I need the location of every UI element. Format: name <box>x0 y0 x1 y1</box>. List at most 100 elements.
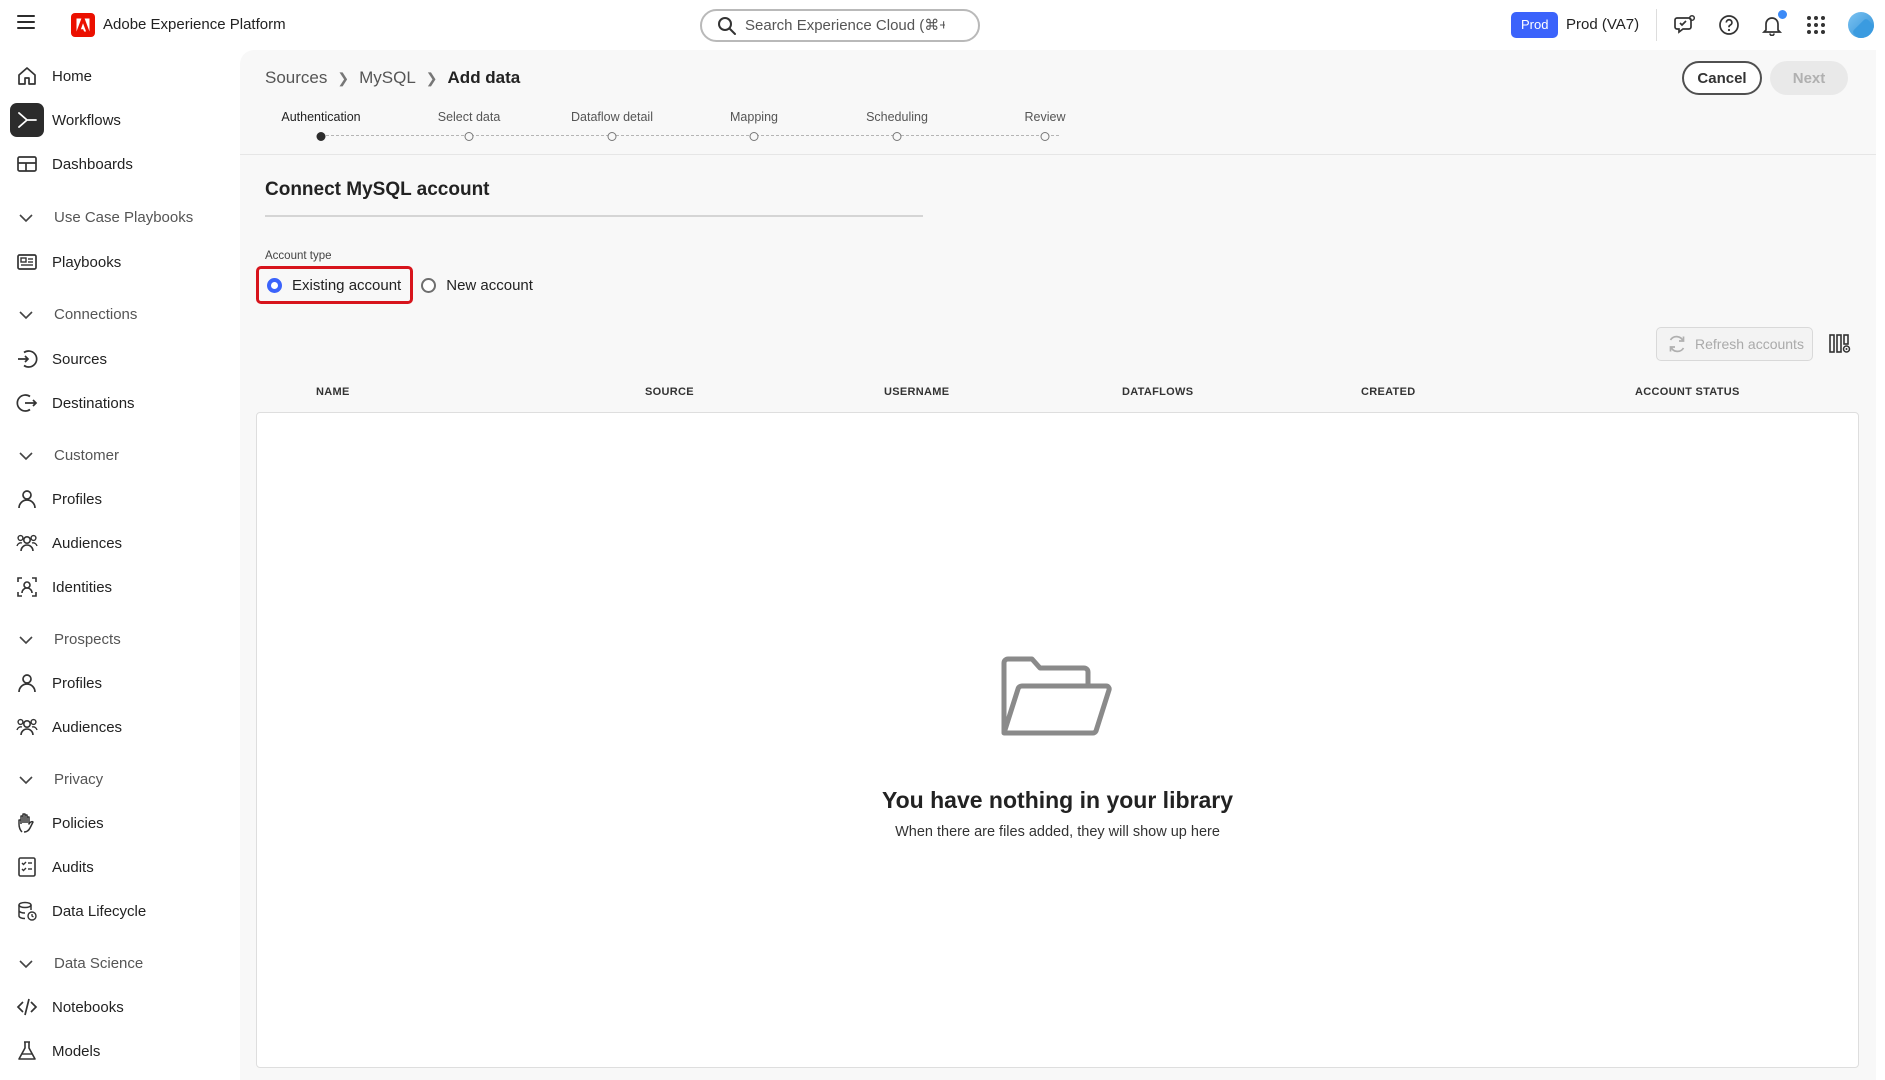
app-title[interactable]: Adobe Experience Platform <box>103 16 286 33</box>
column-header-dataflows[interactable]: DATAFLOWS <box>1122 386 1193 398</box>
env-name[interactable]: Prod (VA7) <box>1566 16 1639 33</box>
step-dot-mapping <box>749 132 759 141</box>
workflows-icon <box>10 103 44 137</box>
radio-label: New account <box>446 276 533 294</box>
step-dot-dataflow-detail <box>607 132 617 141</box>
destinations-icon <box>10 386 44 420</box>
empty-folder-icon <box>1001 656 1112 736</box>
data-lifecycle-icon <box>10 894 44 928</box>
breadcrumb: Sources ❯ MySQL ❯ Add data <box>265 68 520 88</box>
sidebar-item-profiles[interactable]: Profiles <box>10 481 235 517</box>
policies-icon <box>10 806 44 840</box>
notifications-icon[interactable] <box>1759 9 1788 38</box>
cancel-button[interactable]: Cancel <box>1682 61 1762 95</box>
sidebar-item-label: Workflows <box>52 111 121 129</box>
audiences-icon <box>10 526 44 560</box>
sidebar-item-notebooks[interactable]: Notebooks <box>10 989 235 1025</box>
column-settings-icon[interactable] <box>1828 332 1852 356</box>
sidebar-item-label: Home <box>52 67 93 85</box>
notebooks-icon <box>10 990 44 1024</box>
sidebar-item-data-lifecycle[interactable]: Data Lifecycle <box>10 893 235 929</box>
chevron-down-icon <box>19 775 33 784</box>
step-select-data: Select data <box>437 110 501 124</box>
sidebar-item-label: Data Lifecycle <box>52 902 147 920</box>
step-authentication: Authentication <box>281 110 361 124</box>
column-header-username[interactable]: USERNAME <box>884 386 949 398</box>
search-bar[interactable] <box>700 9 980 42</box>
section-customer[interactable]: Customer <box>18 447 119 464</box>
table-body: You have nothing in your library When th… <box>256 412 1859 1068</box>
feedback-icon[interactable] <box>1672 12 1698 38</box>
sidebar-item-workflows[interactable]: Workflows <box>10 102 235 138</box>
radio-indicator <box>421 277 437 293</box>
sidebar-item-home[interactable]: Home <box>10 58 235 94</box>
section-title: Connect MySQL account <box>265 179 490 200</box>
avatar[interactable] <box>1848 12 1874 38</box>
sidebar-item-dashboards[interactable]: Dashboards <box>10 146 235 182</box>
sidebar-item-audits[interactable]: Audits <box>10 849 235 885</box>
sidebar-item-sources[interactable]: Sources <box>10 341 235 377</box>
sidebar-item-label: Profiles <box>52 674 103 692</box>
stepper-track <box>321 135 1059 136</box>
search-icon <box>718 16 736 35</box>
empty-state-title: You have nothing in your library <box>882 787 1233 813</box>
chevron-right-icon: ❯ <box>337 69 350 86</box>
section-data-science[interactable]: Data Science <box>18 955 143 972</box>
help-icon[interactable] <box>1716 12 1742 38</box>
new-account-radio[interactable]: New account <box>413 266 542 304</box>
top-bar: Adobe Experience Platform Prod Prod (VA7… <box>0 0 1885 50</box>
chevron-right-icon: ❯ <box>425 69 438 86</box>
search-input[interactable] <box>745 17 945 34</box>
refresh-accounts-button[interactable]: Refresh accounts <box>1656 327 1813 361</box>
column-header-created[interactable]: CREATED <box>1361 386 1415 398</box>
step-mapping: Mapping <box>730 110 778 124</box>
breadcrumb-mysql[interactable]: MySQL <box>359 68 416 88</box>
models-icon <box>10 1034 44 1068</box>
sidebar-item-policies[interactable]: Policies <box>10 805 235 841</box>
sidebar-item-prospect-profiles[interactable]: Profiles <box>10 665 235 701</box>
sidebar-item-label: Policies <box>52 814 104 832</box>
toolbar-divider <box>1656 9 1657 41</box>
step-dataflow-detail: Dataflow detail <box>571 110 653 124</box>
breadcrumb-sources[interactable]: Sources <box>265 68 327 88</box>
chevron-down-icon <box>19 310 33 319</box>
sidebar-item-identities[interactable]: Identities <box>10 569 235 605</box>
column-header-account-status[interactable]: ACCOUNT STATUS <box>1635 386 1740 398</box>
env-badge[interactable]: Prod <box>1511 12 1559 38</box>
audits-icon <box>10 850 44 884</box>
column-header-name[interactable]: NAME <box>316 386 350 398</box>
section-prospects[interactable]: Prospects <box>18 631 121 648</box>
account-type-radio-group: Existing account New account <box>256 266 542 304</box>
sidebar-item-audiences[interactable]: Audiences <box>10 525 235 561</box>
empty-state-subtitle: When there are files added, they will sh… <box>895 824 1220 840</box>
sidebar-item-label: Audiences <box>52 534 123 552</box>
chevron-down-icon <box>19 635 33 644</box>
existing-account-radio[interactable]: Existing account <box>256 266 414 304</box>
apps-grid-icon[interactable] <box>1803 12 1829 38</box>
step-review: Review <box>1024 110 1066 124</box>
sidebar-item-label: Destinations <box>52 394 135 412</box>
notification-badge <box>1777 9 1788 20</box>
next-button[interactable]: Next <box>1770 61 1848 95</box>
step-dot-review <box>1040 132 1050 141</box>
adobe-logo-icon[interactable] <box>71 13 95 37</box>
sidebar-item-models[interactable]: Models <box>10 1033 235 1069</box>
sources-icon <box>10 342 44 376</box>
hamburger-menu-icon[interactable] <box>17 15 35 33</box>
column-header-source[interactable]: SOURCE <box>645 386 694 398</box>
playbooks-icon <box>10 245 44 279</box>
section-connections[interactable]: Connections <box>18 306 137 323</box>
section-use-case-playbooks[interactable]: Use Case Playbooks <box>18 209 193 226</box>
home-icon <box>10 59 44 93</box>
sidebar-item-label: Profiles <box>52 490 103 508</box>
audiences-icon <box>10 710 44 744</box>
dashboards-icon <box>10 147 44 181</box>
sidebar-item-destinations[interactable]: Destinations <box>10 385 235 421</box>
section-privacy[interactable]: Privacy <box>18 771 103 788</box>
main-content: Sources ❯ MySQL ❯ Add data Cancel Next A… <box>240 50 1876 1080</box>
chevron-down-icon <box>19 451 33 460</box>
step-dot-scheduling <box>892 132 902 141</box>
sidebar-item-prospect-audiences[interactable]: Audiences <box>10 709 235 745</box>
sidebar-item-playbooks[interactable]: Playbooks <box>10 244 235 280</box>
refresh-icon <box>1669 335 1685 353</box>
